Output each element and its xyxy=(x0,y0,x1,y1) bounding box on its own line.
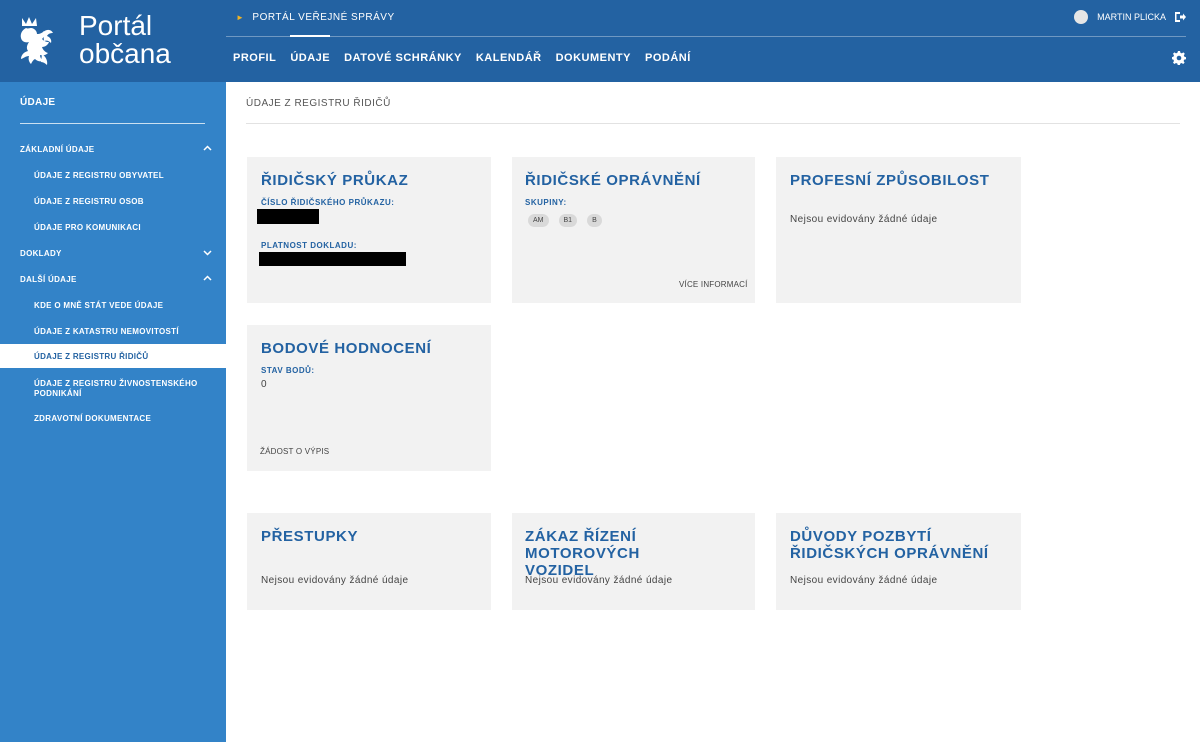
group-chip: B1 xyxy=(558,214,578,227)
portal-link-label: PORTÁL VEŘEJNÉ SPRÁVY xyxy=(252,12,395,23)
more-info-link[interactable]: VÍCE INFORMACÍ xyxy=(679,280,748,289)
user-name: MARTIN PLICKA xyxy=(1097,12,1166,22)
sidebar-item-label: DALŠÍ ÚDAJE xyxy=(20,275,77,284)
portal-link[interactable]: ► PORTÁL VEŘEJNÉ SPRÁVY xyxy=(236,12,395,23)
avatar xyxy=(1074,10,1089,24)
brand-line-2: občana xyxy=(79,38,171,69)
sidebar-item-label: ÚDAJE PRO KOMUNIKACI xyxy=(34,223,141,232)
card-driving-authorization: ŘIDIČSKÉ OPRÁVNĚNÍ SKUPINY: AM B1 B VÍCE… xyxy=(512,157,755,303)
sidebar-item-label: ZÁKLADNÍ ÚDAJE xyxy=(20,145,95,154)
card-loss-reasons: DŮVODY POZBYTÍ ŘIDIČSKÝCH OPRÁVNĚNÍ Nejs… xyxy=(776,513,1021,610)
group-chip: AM xyxy=(528,214,549,227)
sidebar-item-zdravotni-dokumentace[interactable]: ZDRAVOTNÍ DOKUMENTACE xyxy=(0,414,226,423)
sidebar-title: ÚDAJE xyxy=(20,97,56,108)
main-nav: PROFIL ÚDAJE DATOVÉ SCHRÁNKY KALENDÁŘ DO… xyxy=(226,35,698,82)
logo-area[interactable]: Portál občana xyxy=(0,0,226,82)
card-title: ŘIDIČSKÝ PRŮKAZ xyxy=(261,172,409,189)
chevron-up-icon xyxy=(203,275,212,281)
czech-lion-icon xyxy=(20,17,53,65)
sidebar-item-registr-osob[interactable]: ÚDAJE Z REGISTRU OSOB xyxy=(0,197,226,206)
groups-list: AM B1 B xyxy=(528,214,612,227)
brand-line-1: Portál xyxy=(79,10,153,41)
redacted-validity xyxy=(259,252,406,266)
sidebar-item-label-line2: PODNIKÁNÍ xyxy=(34,389,82,398)
gear-icon[interactable] xyxy=(1172,51,1186,65)
card-title-line-1: DŮVODY POZBYTÍ xyxy=(790,528,932,545)
group-chip: B xyxy=(587,214,602,227)
empty-message: Nejsou evidovány žádné údaje xyxy=(790,575,938,586)
card-title: PROFESNÍ ZPŮSOBILOST xyxy=(790,172,990,189)
sidebar-item-label: ÚDAJE Z REGISTRU ŘIDIČŮ xyxy=(34,352,149,361)
tab-dokumenty[interactable]: DOKUMENTY xyxy=(549,36,638,82)
license-number-label: ČÍSLO ŘIDIČSKÉHO PRŮKAZU: xyxy=(261,198,395,207)
sidebar-item-label: ÚDAJE Z REGISTRU OBYVATEL xyxy=(34,171,164,180)
sidebar-item-doklady[interactable]: DOKLADY xyxy=(0,249,226,258)
card-title-line-1: ZÁKAZ ŘÍZENÍ MOTOROVÝCH xyxy=(525,528,640,562)
empty-message: Nejsou evidovány žádné údaje xyxy=(261,575,409,586)
card-title: BODOVÉ HODNOCENÍ xyxy=(261,340,432,357)
sidebar-item-label: ÚDAJE Z REGISTRU OSOB xyxy=(34,197,144,206)
sidebar-item-label: ZDRAVOTNÍ DOKUMENTACE xyxy=(34,414,152,423)
tab-udaje[interactable]: ÚDAJE xyxy=(283,35,337,82)
groups-label: SKUPINY: xyxy=(525,198,567,207)
logout-icon[interactable] xyxy=(1174,11,1186,23)
arrow-right-icon: ► xyxy=(236,13,245,22)
sidebar-item-katastr[interactable]: ÚDAJE Z KATASTRU NEMOVITOSTÍ xyxy=(0,327,226,336)
points-state-value: 0 xyxy=(261,379,267,390)
tab-kalendar[interactable]: KALENDÁŘ xyxy=(469,36,549,82)
card-title: ZÁKAZ ŘÍZENÍ MOTOROVÝCH VOZIDEL xyxy=(525,528,755,579)
card-points: BODOVÉ HODNOCENÍ STAV BODŮ: 0 ŽÁDOST O V… xyxy=(247,325,491,471)
sidebar-item-label: ÚDAJE Z KATASTRU NEMOVITOSTÍ xyxy=(34,327,179,336)
tab-profil[interactable]: PROFIL xyxy=(226,36,283,82)
card-title-line-2: ŘIDIČSKÝCH OPRÁVNĚNÍ xyxy=(790,545,989,562)
sidebar-item-kde-o-mne[interactable]: KDE O MNĚ STÁT VEDE ÚDAJE xyxy=(0,301,226,310)
sidebar-item-label: ÚDAJE Z REGISTRU ŽIVNOSTENSKÉHO xyxy=(34,379,198,388)
sidebar-item-zivnostensky-rejstrik[interactable]: ÚDAJE Z REGISTRU ŽIVNOSTENSKÉHO PODNIKÁN… xyxy=(0,379,226,399)
sidebar: ÚDAJE ZÁKLADNÍ ÚDAJE ÚDAJE Z REGISTRU OB… xyxy=(0,82,226,742)
points-state-label: STAV BODŮ: xyxy=(261,366,315,375)
redacted-license-number xyxy=(257,209,319,224)
brand-title: Portál občana xyxy=(79,12,171,68)
page-title-divider xyxy=(246,123,1180,124)
sidebar-item-dalsi-udaje[interactable]: DALŠÍ ÚDAJE xyxy=(0,275,226,284)
request-extract-link[interactable]: ŽÁDOST O VÝPIS xyxy=(260,447,329,456)
card-title: PŘESTUPKY xyxy=(261,528,359,545)
tab-podani[interactable]: PODÁNÍ xyxy=(638,36,698,82)
sidebar-divider xyxy=(20,123,205,124)
chevron-up-icon xyxy=(203,145,212,151)
card-driving-ban: ZÁKAZ ŘÍZENÍ MOTOROVÝCH VOZIDEL Nejsou e… xyxy=(512,513,755,610)
chevron-down-icon xyxy=(203,250,212,256)
user-menu[interactable]: MARTIN PLICKA xyxy=(1074,10,1186,24)
card-title: DŮVODY POZBYTÍ ŘIDIČSKÝCH OPRÁVNĚNÍ xyxy=(790,528,989,562)
empty-message: Nejsou evidovány žádné údaje xyxy=(790,214,938,225)
sidebar-item-registr-ridicu[interactable]: ÚDAJE Z REGISTRU ŘIDIČŮ xyxy=(0,344,226,368)
sidebar-item-registr-obyvatel[interactable]: ÚDAJE Z REGISTRU OBYVATEL xyxy=(0,171,226,180)
top-header: Portál občana ► PORTÁL VEŘEJNÉ SPRÁVY MA… xyxy=(0,0,1200,82)
card-title: ŘIDIČSKÉ OPRÁVNĚNÍ xyxy=(525,172,701,189)
validity-label: PLATNOST DOKLADU: xyxy=(261,241,357,250)
card-professional-competence: PROFESNÍ ZPŮSOBILOST Nejsou evidovány žá… xyxy=(776,157,1021,303)
card-offenses: PŘESTUPKY Nejsou evidovány žádné údaje xyxy=(247,513,491,610)
empty-message: Nejsou evidovány žádné údaje xyxy=(525,575,673,586)
card-driving-license: ŘIDIČSKÝ PRŮKAZ ČÍSLO ŘIDIČSKÉHO PRŮKAZU… xyxy=(247,157,491,303)
page-title: ÚDAJE Z REGISTRU ŘIDIČŮ xyxy=(246,98,391,109)
sidebar-item-zakladni-udaje[interactable]: ZÁKLADNÍ ÚDAJE xyxy=(0,145,226,154)
sidebar-item-label: KDE O MNĚ STÁT VEDE ÚDAJE xyxy=(34,301,164,310)
tab-datove-schranky[interactable]: DATOVÉ SCHRÁNKY xyxy=(337,36,469,82)
sidebar-item-label: DOKLADY xyxy=(20,249,62,258)
sidebar-item-komunikace[interactable]: ÚDAJE PRO KOMUNIKACI xyxy=(0,223,226,232)
